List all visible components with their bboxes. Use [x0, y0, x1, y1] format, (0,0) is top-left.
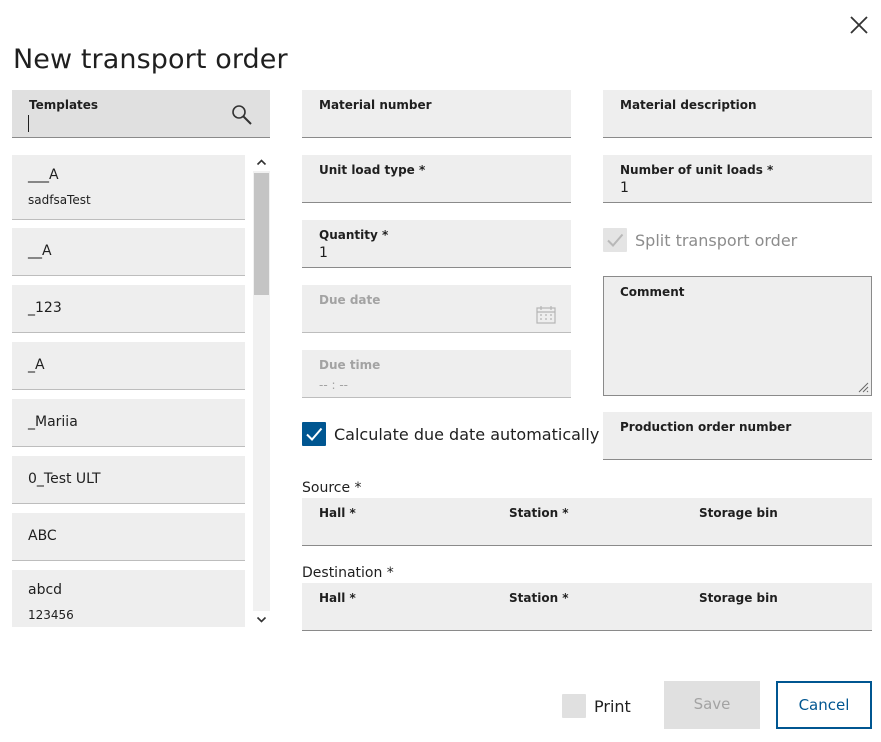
template-item[interactable]: __A — [12, 228, 245, 276]
templates-search-field[interactable]: Templates — [12, 90, 270, 138]
due-time-value: -- : -- — [319, 378, 348, 392]
checkmark-icon — [607, 233, 624, 247]
templates-label: Templates — [29, 98, 99, 112]
template-item[interactable]: ABC — [12, 513, 245, 561]
due-date-field: Due date — [302, 285, 571, 333]
comment-label: Comment — [620, 285, 685, 299]
template-item-name: _A — [28, 357, 45, 373]
resize-handle-icon[interactable] — [857, 381, 869, 393]
number-of-unit-loads-field[interactable]: Number of unit loads * 1 — [603, 155, 872, 203]
template-item[interactable]: _123 — [12, 285, 245, 333]
calendar-icon — [536, 306, 556, 324]
production-order-number-field[interactable]: Production order number — [603, 412, 872, 460]
search-icon[interactable] — [231, 104, 253, 126]
destination-station-label[interactable]: Station * — [509, 591, 569, 605]
template-item-name: __A — [28, 243, 52, 259]
material-number-label: Material number — [319, 98, 432, 112]
split-transport-order-label: Split transport order — [635, 231, 798, 250]
template-item[interactable]: _A — [12, 342, 245, 390]
destination-storage-bin-label[interactable]: Storage bin — [699, 591, 778, 605]
save-button[interactable]: Save — [664, 681, 760, 729]
destination-hall-label[interactable]: Hall * — [319, 591, 356, 605]
templates-list[interactable]: ___A sadfsaTest __A _123 _A _Mariia 0_Te… — [12, 155, 245, 627]
calculate-due-date-label[interactable]: Calculate due date automatically — [334, 425, 599, 444]
templates-scrollbar[interactable] — [253, 155, 270, 627]
number-of-unit-loads-label: Number of unit loads * — [620, 163, 774, 177]
split-transport-order-checkbox — [603, 228, 627, 252]
quantity-label: Quantity * — [319, 228, 389, 242]
close-icon[interactable] — [848, 14, 870, 36]
comment-field[interactable]: Comment — [603, 276, 872, 396]
unit-load-type-field[interactable]: Unit load type * — [302, 155, 571, 203]
source-station-label[interactable]: Station * — [509, 506, 569, 520]
material-number-field[interactable]: Material number — [302, 90, 571, 138]
template-item-name: ___A — [28, 167, 59, 183]
template-item-name: abcd — [28, 582, 63, 598]
source-label: Source * — [302, 480, 362, 496]
template-item-name: ABC — [28, 528, 57, 544]
source-storage-bin-label[interactable]: Storage bin — [699, 506, 778, 520]
due-time-field: Due time -- : -- — [302, 350, 571, 398]
number-of-unit-loads-value: 1 — [620, 180, 629, 196]
template-item-sub: sadfsaTest — [28, 193, 91, 207]
due-time-label: Due time — [319, 358, 381, 372]
material-description-label: Material description — [620, 98, 757, 112]
due-date-label: Due date — [319, 293, 381, 307]
quantity-field[interactable]: Quantity * 1 — [302, 220, 571, 268]
print-checkbox[interactable] — [562, 694, 586, 718]
quantity-value: 1 — [319, 245, 328, 261]
text-cursor — [28, 115, 29, 132]
material-description-field[interactable]: Material description — [603, 90, 872, 138]
template-item[interactable]: _Mariia — [12, 399, 245, 447]
scroll-up-icon[interactable] — [256, 157, 267, 168]
template-item[interactable]: 0_Test ULT — [12, 456, 245, 504]
production-order-number-label: Production order number — [620, 420, 792, 434]
template-item[interactable]: ___A sadfsaTest — [12, 155, 245, 220]
template-item-name: _123 — [28, 300, 62, 316]
print-label[interactable]: Print — [594, 697, 631, 716]
cancel-button[interactable]: Cancel — [776, 681, 872, 729]
dialog-title: New transport order — [13, 44, 288, 75]
destination-field[interactable]: Hall * Station * Storage bin — [302, 583, 872, 631]
source-hall-label[interactable]: Hall * — [319, 506, 356, 520]
destination-label: Destination * — [302, 565, 394, 581]
scroll-down-icon[interactable] — [256, 614, 267, 625]
checkmark-icon — [306, 427, 323, 441]
template-item[interactable]: abcd 123456 — [12, 570, 245, 627]
unit-load-type-label: Unit load type * — [319, 163, 426, 177]
template-item-name: _Mariia — [28, 414, 78, 430]
calculate-due-date-checkbox[interactable] — [302, 422, 326, 446]
template-item-name: 0_Test ULT — [28, 471, 101, 487]
template-item-sub: 123456 — [28, 608, 74, 622]
source-field[interactable]: Hall * Station * Storage bin — [302, 498, 872, 546]
scrollbar-thumb[interactable] — [254, 173, 269, 295]
